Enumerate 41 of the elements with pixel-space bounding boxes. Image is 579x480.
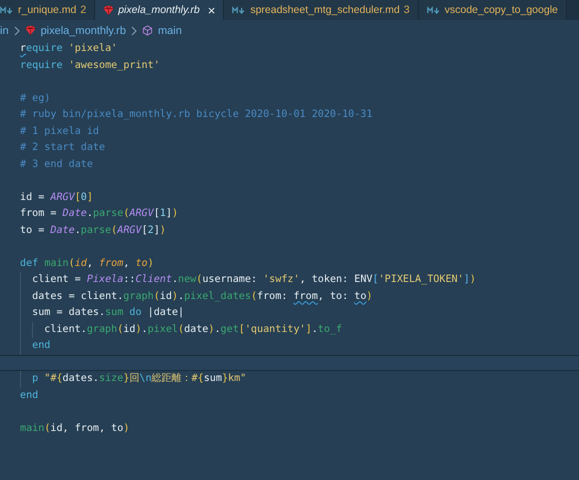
breadcrumb-item[interactable]: main xyxy=(158,24,182,36)
code-line: main(id, from, to) xyxy=(20,422,130,436)
tab-label[interactable]: vscode_copy_to_google xyxy=(444,4,558,16)
markdown-icon xyxy=(426,6,441,14)
code-line: id = ARGV[0] xyxy=(20,190,93,204)
code-line: sum = dates.sum do |date| xyxy=(32,306,184,320)
editor-tab[interactable]: pixela_monthly.rb × xyxy=(95,0,224,20)
tab-label[interactable]: r_unique.md xyxy=(18,4,76,16)
code-line: end xyxy=(20,388,38,402)
tab-label[interactable]: pixela_monthly.rb xyxy=(118,4,200,16)
problem-count: 3 xyxy=(404,4,410,16)
editor-tab[interactable]: spreadsheet_mtg_scheduler.md 3 xyxy=(224,0,419,20)
tab-label[interactable]: spreadsheet_mtg_scheduler.md xyxy=(250,4,400,16)
code-line: end xyxy=(32,339,50,353)
chevron-icon xyxy=(130,26,137,36)
cube-icon xyxy=(142,25,153,36)
gem-icon xyxy=(24,25,36,36)
code-line: require 'pixela' xyxy=(20,42,118,56)
code-line: def main(id, from, to) xyxy=(20,256,154,270)
close-icon[interactable]: × xyxy=(208,2,216,18)
code-line: require 'awesome_print' xyxy=(20,58,160,72)
code-line: # 2 start date xyxy=(20,141,106,155)
code-line: # eg) xyxy=(20,92,50,106)
code-line: dates = client.graph(id).pixel_dates(from: from, to: to) xyxy=(32,290,372,304)
code-line: p "#{dates.size}回\n総距離：#{sum}km" xyxy=(32,372,246,386)
markdown-icon xyxy=(0,6,14,14)
code-line: # 1 pixela id xyxy=(20,124,100,138)
code-line: to = Date.parse(ARGV[2]) xyxy=(20,224,166,238)
editor-tab[interactable]: vscode_copy_to_google xyxy=(418,0,567,20)
code-line: client.graph(id).pixel(date).get['quantity'].to_f xyxy=(44,322,342,336)
problem-count: 2 xyxy=(80,4,86,16)
code-line: # ruby bin/pixela_monthly.rb bicycle 2020-10-01 2020-10-31 xyxy=(20,108,372,122)
code-line: from = Date.parse(ARGV[1]) xyxy=(20,207,178,221)
editor-tab[interactable]: r_unique.md 2 xyxy=(0,0,96,20)
markdown-icon xyxy=(232,6,246,14)
code-line: client = Pixela::Client.new(username: 'swfz', token: ENV['PIXELA_TOKEN']) xyxy=(32,273,476,287)
gem-icon xyxy=(103,4,114,16)
chevron-icon xyxy=(14,26,20,36)
breadcrumb-item[interactable]: pixela_monthly.rb xyxy=(40,24,126,36)
code-line: # 3 end date xyxy=(20,158,93,172)
breadcrumb-item[interactable]: in xyxy=(0,24,9,36)
